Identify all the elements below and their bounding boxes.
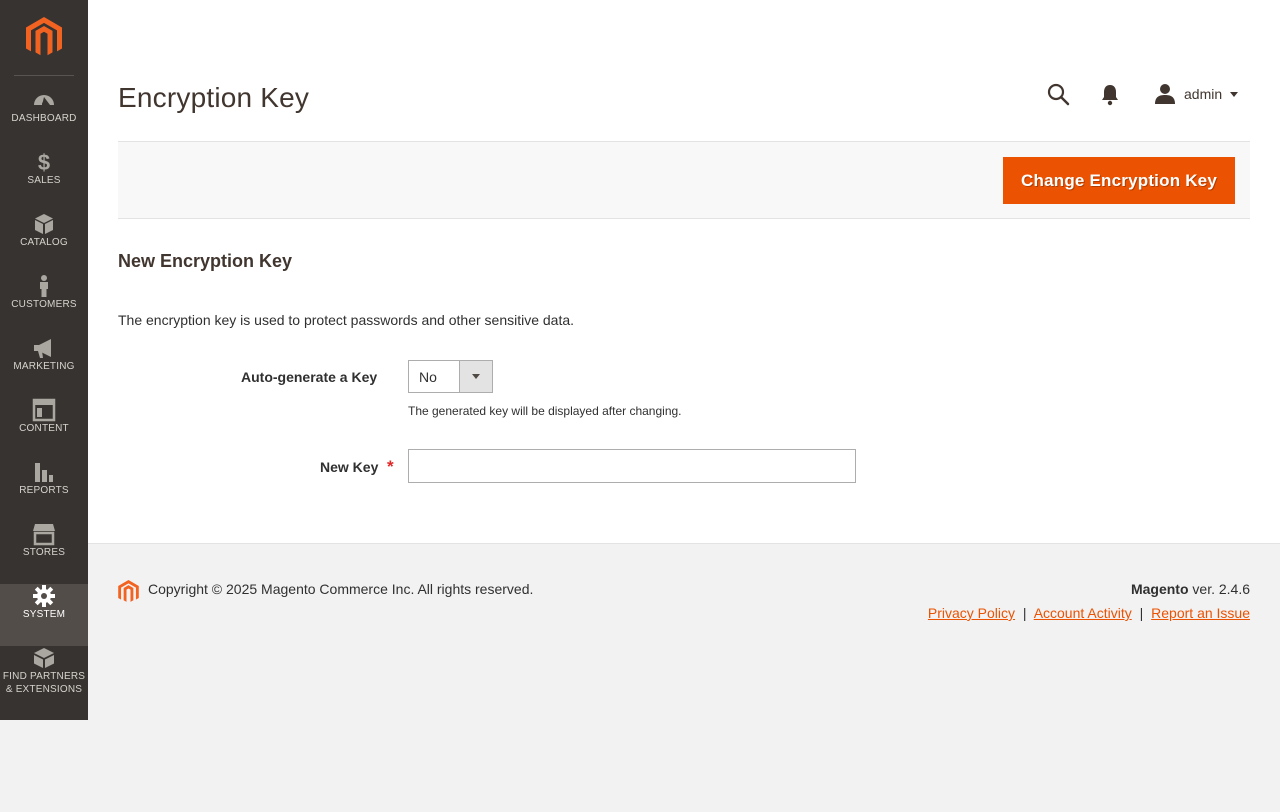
- sidebar-item-customers[interactable]: CUSTOMERS: [0, 274, 88, 336]
- store-icon: [0, 522, 88, 546]
- sidebar-item-catalog[interactable]: CATALOG: [0, 212, 88, 274]
- sidebar-item-label: FIND PARTNERS: [2, 671, 86, 682]
- auto-generate-label: Auto-generate a Key: [241, 369, 378, 385]
- copyright-text: Copyright © 2025 Magento Commerce Inc. A…: [148, 581, 534, 597]
- sidebar-item-marketing[interactable]: MARKETING: [0, 336, 88, 398]
- layout-icon: [0, 398, 88, 422]
- sidebar-item-label: CONTENT: [19, 423, 69, 434]
- link-separator: |: [1022, 605, 1027, 621]
- report-issue-link[interactable]: Report an Issue: [1151, 605, 1250, 621]
- admin-sidebar: DASHBOARD $ SALES CATALOG CUSTOMERS MARK…: [0, 0, 88, 720]
- svg-text:$: $: [38, 150, 50, 174]
- sidebar-item-label: CATALOG: [20, 237, 68, 248]
- sidebar-item-dashboard[interactable]: DASHBOARD: [0, 88, 88, 150]
- search-icon[interactable]: [1046, 82, 1070, 106]
- dollar-icon: $: [0, 150, 88, 174]
- account-activity-link[interactable]: Account Activity: [1034, 605, 1132, 621]
- sidebar-item-label: MARKETING: [13, 361, 75, 372]
- sidebar-item-stores[interactable]: STORES: [0, 522, 88, 584]
- section-title: New Encryption Key: [118, 251, 293, 271]
- magento-logo-icon[interactable]: [26, 17, 62, 59]
- page-actions-bar: Change Encryption Key: [118, 141, 1250, 219]
- sidebar-item-label: SALES: [27, 175, 61, 186]
- sidebar-item-reports[interactable]: REPORTS: [0, 460, 88, 522]
- sidebar-item-label: CUSTOMERS: [11, 299, 77, 310]
- privacy-policy-link[interactable]: Privacy Policy: [928, 605, 1015, 621]
- select-value: No: [419, 369, 437, 385]
- magento-logo-icon: [118, 580, 139, 602]
- sidebar-item-label: & EXTENSIONS: [5, 684, 83, 695]
- sidebar-item-sales[interactable]: $ SALES: [0, 150, 88, 212]
- version-info: Magento ver. 2.4.6: [1131, 581, 1250, 597]
- auto-generate-note: The generated key will be displayed afte…: [408, 404, 682, 418]
- sidebar-item-label: SYSTEM: [22, 609, 66, 620]
- cube-icon: [0, 212, 88, 236]
- chevron-down-icon: [1230, 91, 1239, 97]
- sidebar-item-content[interactable]: CONTENT: [0, 398, 88, 460]
- person-icon: [0, 274, 88, 298]
- page-footer: Copyright © 2025 Magento Commerce Inc. A…: [88, 543, 1280, 685]
- sidebar-item-system[interactable]: SYSTEM: [0, 584, 88, 646]
- user-icon: [1155, 84, 1175, 104]
- link-separator: |: [1139, 605, 1144, 621]
- dashboard-icon: [0, 88, 88, 112]
- page-title: Encryption Key: [118, 82, 310, 113]
- auto-generate-select[interactable]: No: [408, 360, 493, 393]
- required-indicator: *: [387, 457, 394, 476]
- blocks-icon: [0, 646, 88, 670]
- admin-user-menu[interactable]: admin: [1154, 82, 1239, 106]
- version-number: ver. 2.4.6: [1188, 581, 1250, 597]
- sidebar-item-find-partners[interactable]: FIND PARTNERS & EXTENSIONS: [0, 646, 88, 720]
- logo-divider: [14, 75, 74, 76]
- page-content: Encryption Key admin Change Encryption K…: [88, 0, 1280, 543]
- sidebar-item-label: STORES: [22, 547, 66, 558]
- chevron-down-icon: [459, 361, 492, 392]
- bar-chart-icon: [0, 460, 88, 484]
- sidebar-item-label: REPORTS: [19, 485, 69, 496]
- admin-username: admin: [1184, 86, 1223, 102]
- footer-links: Privacy Policy | Account Activity | Repo…: [928, 605, 1250, 621]
- sidebar-item-label: DASHBOARD: [11, 113, 77, 124]
- megaphone-icon: [0, 336, 88, 360]
- new-key-label: New Key: [320, 459, 379, 475]
- bell-icon[interactable]: [1100, 84, 1120, 106]
- brand-name: Magento: [1130, 581, 1189, 597]
- section-description: The encryption key is used to protect pa…: [118, 312, 575, 328]
- new-key-input[interactable]: [408, 449, 856, 483]
- gear-icon: [0, 584, 88, 608]
- change-encryption-key-button[interactable]: Change Encryption Key: [1003, 157, 1235, 204]
